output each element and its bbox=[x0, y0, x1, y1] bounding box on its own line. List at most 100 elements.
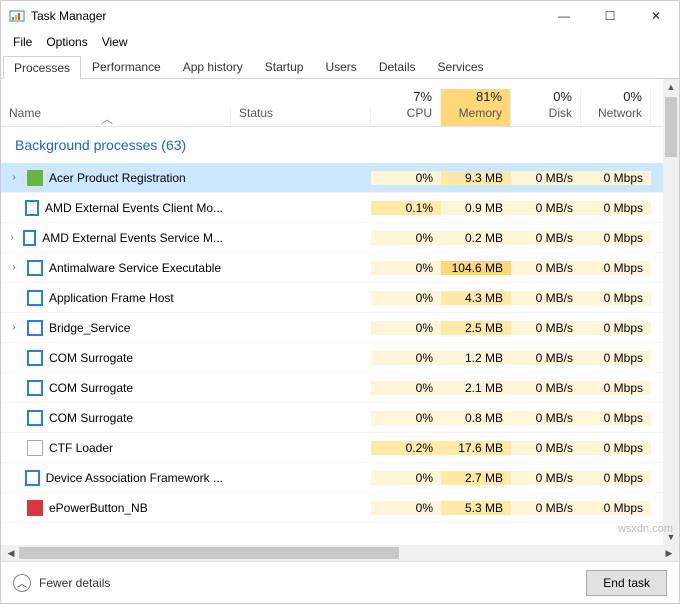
col-status[interactable]: Status bbox=[231, 106, 371, 126]
cell-memory: 0.8 MB bbox=[441, 411, 511, 425]
cell-disk: 0 MB/s bbox=[511, 171, 581, 185]
cell-memory: 2.5 MB bbox=[441, 321, 511, 335]
footer: ︿ Fewer details End task bbox=[1, 561, 679, 603]
cell-network: 0 Mbps bbox=[581, 171, 651, 185]
end-task-button[interactable]: End task bbox=[586, 570, 667, 596]
menu-options[interactable]: Options bbox=[40, 33, 93, 51]
col-name-label: Name bbox=[9, 106, 41, 120]
table-row[interactable]: COM Surrogate0%1.2 MB0 MB/s0 Mbps bbox=[1, 343, 663, 373]
expand-icon[interactable]: › bbox=[7, 322, 21, 333]
fewer-details-button[interactable]: ︿ Fewer details bbox=[13, 574, 110, 592]
process-name: COM Surrogate bbox=[49, 381, 133, 395]
minimize-button[interactable]: ― bbox=[541, 1, 587, 31]
cell-name: ›Antimalware Service Executable bbox=[1, 260, 231, 276]
process-name: Acer Product Registration bbox=[49, 171, 186, 185]
expand-icon[interactable]: › bbox=[7, 172, 21, 183]
cell-network: 0 Mbps bbox=[581, 201, 651, 215]
cpu-pct: 7% bbox=[413, 89, 432, 104]
process-icon bbox=[27, 410, 43, 426]
cell-network: 0 Mbps bbox=[581, 381, 651, 395]
tab-startup[interactable]: Startup bbox=[254, 55, 315, 78]
cell-memory: 2.1 MB bbox=[441, 381, 511, 395]
table-row[interactable]: Device Association Framework ...0%2.7 MB… bbox=[1, 463, 663, 493]
cell-network: 0 Mbps bbox=[581, 291, 651, 305]
tab-users[interactable]: Users bbox=[314, 55, 367, 78]
vertical-scrollbar[interactable]: ▲ ▼ bbox=[663, 79, 679, 545]
col-name[interactable]: ︿ Name bbox=[1, 106, 231, 126]
col-memory-label: Memory bbox=[459, 106, 502, 120]
col-cpu-label: CPU bbox=[407, 106, 432, 120]
col-disk[interactable]: 0% Disk bbox=[511, 89, 581, 126]
table-row[interactable]: ePowerButton_NB0%5.3 MB0 MB/s0 Mbps bbox=[1, 493, 663, 523]
cell-name: Device Association Framework ... bbox=[1, 470, 231, 486]
expand-icon[interactable]: › bbox=[7, 232, 17, 243]
tab-performance[interactable]: Performance bbox=[81, 55, 172, 78]
app-icon bbox=[9, 8, 25, 24]
cell-cpu: 0.2% bbox=[371, 441, 441, 455]
cell-disk: 0 MB/s bbox=[511, 411, 581, 425]
cell-memory: 17.6 MB bbox=[441, 441, 511, 455]
cell-memory: 2.7 MB bbox=[441, 471, 511, 485]
table-row[interactable]: ›Bridge_Service0%2.5 MB0 MB/s0 Mbps bbox=[1, 313, 663, 343]
col-memory[interactable]: 81% Memory bbox=[441, 89, 511, 126]
menu-view[interactable]: View bbox=[96, 33, 134, 51]
cell-memory: 5.3 MB bbox=[441, 501, 511, 515]
menu-file[interactable]: File bbox=[7, 33, 38, 51]
hscroll-thumb[interactable] bbox=[19, 547, 399, 559]
cell-network: 0 Mbps bbox=[581, 411, 651, 425]
cell-disk: 0 MB/s bbox=[511, 441, 581, 455]
group-header[interactable]: Background processes (63) bbox=[1, 127, 663, 163]
table-row[interactable]: ›Antimalware Service Executable0%104.6 M… bbox=[1, 253, 663, 283]
cell-cpu: 0% bbox=[371, 411, 441, 425]
cell-cpu: 0.1% bbox=[371, 201, 441, 215]
tab-app-history[interactable]: App history bbox=[172, 55, 254, 78]
scroll-up-icon[interactable]: ▲ bbox=[663, 79, 679, 95]
process-name: Bridge_Service bbox=[49, 321, 130, 335]
horizontal-scrollbar[interactable]: ◀ ▶ bbox=[1, 545, 679, 561]
cell-network: 0 Mbps bbox=[581, 231, 651, 245]
scroll-thumb[interactable] bbox=[665, 97, 677, 157]
cell-disk: 0 MB/s bbox=[511, 351, 581, 365]
cell-disk: 0 MB/s bbox=[511, 471, 581, 485]
tab-details[interactable]: Details bbox=[368, 55, 427, 78]
mem-pct: 81% bbox=[476, 89, 502, 104]
table-row[interactable]: COM Surrogate0%2.1 MB0 MB/s0 Mbps bbox=[1, 373, 663, 403]
tab-processes[interactable]: Processes bbox=[3, 56, 81, 79]
cell-name: CTF Loader bbox=[1, 440, 231, 456]
process-icon bbox=[27, 260, 43, 276]
titlebar: Task Manager ― ☐ ✕ bbox=[1, 1, 679, 31]
col-cpu[interactable]: 7% CPU bbox=[371, 89, 441, 126]
process-name: CTF Loader bbox=[49, 441, 113, 455]
cell-disk: 0 MB/s bbox=[511, 261, 581, 275]
process-icon bbox=[27, 170, 43, 186]
table-row[interactable]: AMD External Events Client Mo...0.1%0.9 … bbox=[1, 193, 663, 223]
cell-network: 0 Mbps bbox=[581, 501, 651, 515]
window-title: Task Manager bbox=[31, 9, 106, 23]
cell-cpu: 0% bbox=[371, 171, 441, 185]
tab-services[interactable]: Services bbox=[427, 55, 495, 78]
table-row[interactable]: ›Acer Product Registration0%9.3 MB0 MB/s… bbox=[1, 163, 663, 193]
process-name: AMD External Events Service M... bbox=[42, 231, 223, 245]
process-icon bbox=[27, 500, 43, 516]
col-network[interactable]: 0% Network bbox=[581, 89, 651, 126]
cell-name: › AMD External Events Service M... bbox=[1, 230, 231, 246]
titlebar-left: Task Manager bbox=[9, 8, 106, 24]
table-row[interactable]: ›AMD External Events Service M...0%0.2 M… bbox=[1, 223, 663, 253]
expand-icon[interactable]: › bbox=[7, 262, 21, 273]
scroll-right-icon[interactable]: ▶ bbox=[661, 548, 677, 559]
cell-memory: 4.3 MB bbox=[441, 291, 511, 305]
cell-name: COM Surrogate bbox=[1, 350, 231, 366]
cell-network: 0 Mbps bbox=[581, 321, 651, 335]
table-row[interactable]: CTF Loader0.2%17.6 MB0 MB/s0 Mbps bbox=[1, 433, 663, 463]
maximize-button[interactable]: ☐ bbox=[587, 1, 633, 31]
chevron-up-icon: ︿ bbox=[13, 574, 31, 592]
scroll-left-icon[interactable]: ◀ bbox=[3, 548, 19, 559]
net-pct: 0% bbox=[623, 89, 642, 104]
cell-cpu: 0% bbox=[371, 381, 441, 395]
table-row[interactable]: Application Frame Host0%4.3 MB0 MB/s0 Mb… bbox=[1, 283, 663, 313]
close-button[interactable]: ✕ bbox=[633, 1, 679, 31]
cell-name: › Acer Product Registration bbox=[1, 170, 231, 186]
col-network-label: Network bbox=[598, 106, 642, 120]
menubar: File Options View bbox=[1, 31, 679, 53]
table-row[interactable]: COM Surrogate0%0.8 MB0 MB/s0 Mbps bbox=[1, 403, 663, 433]
